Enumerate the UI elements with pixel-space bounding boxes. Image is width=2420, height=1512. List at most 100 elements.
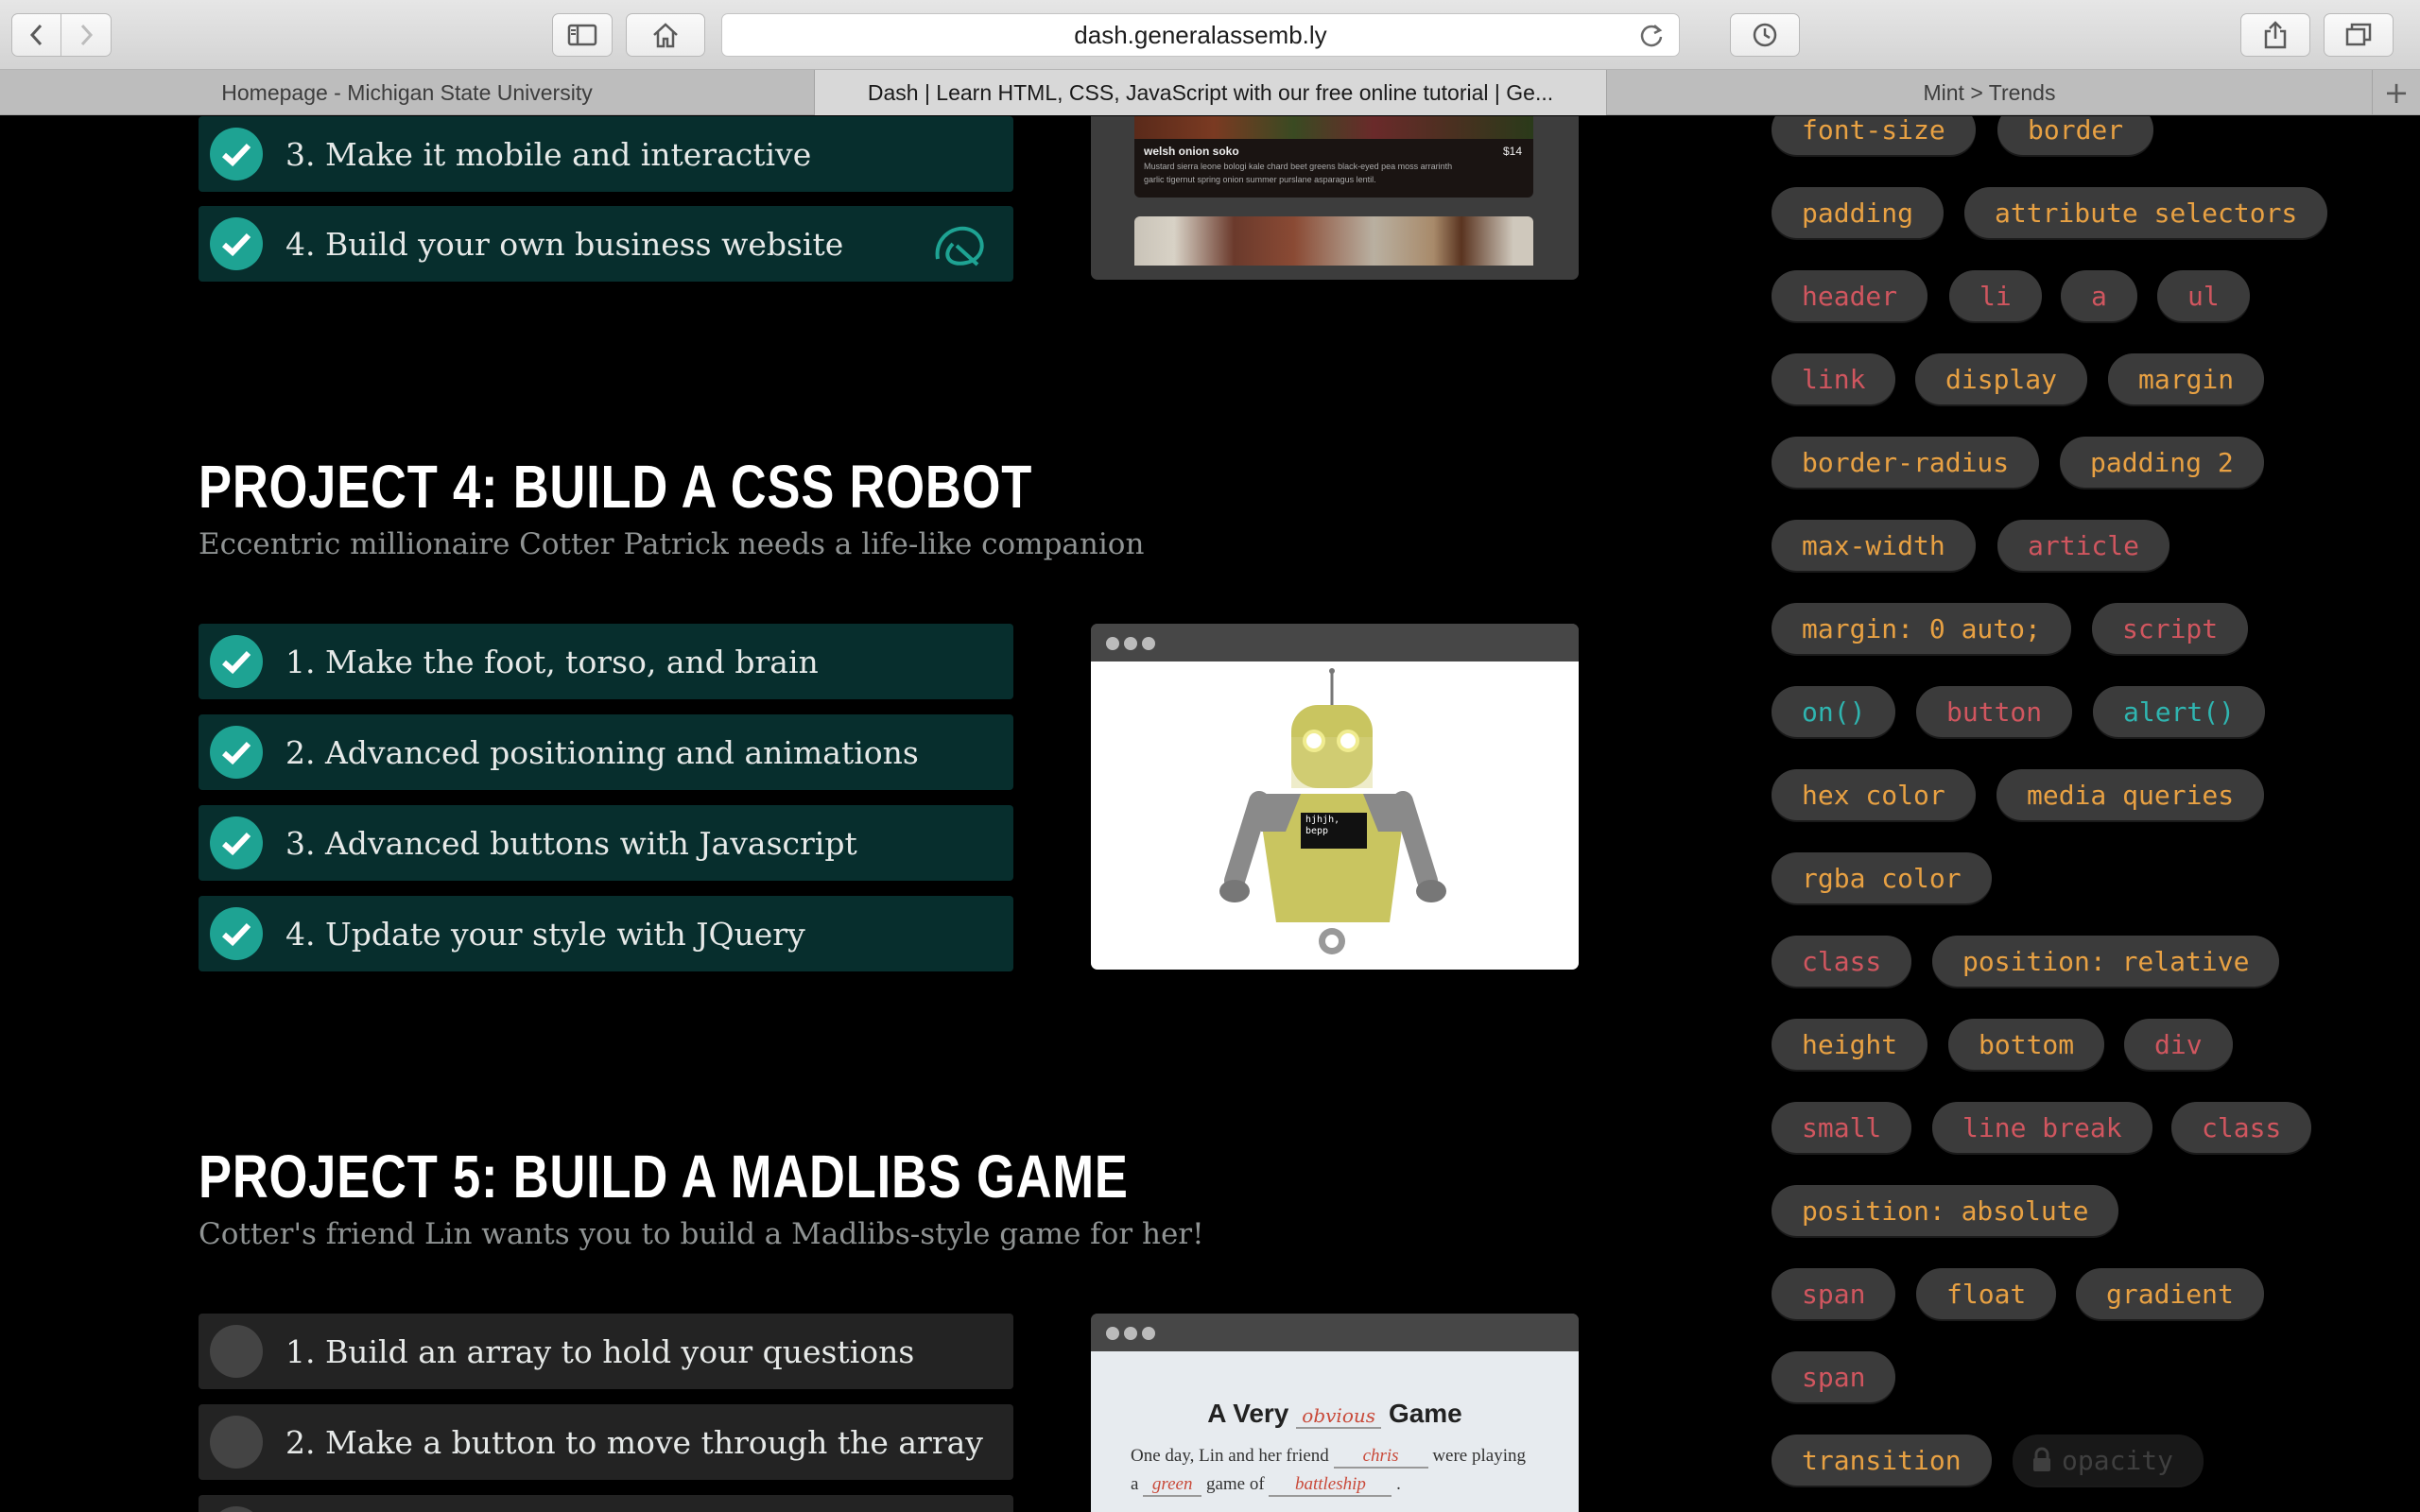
- concept-tag[interactable]: script: [2092, 603, 2249, 654]
- browser-toolbar: dash.generalassemb.ly: [0, 0, 2420, 70]
- madlibs-title-text: Game: [1388, 1399, 1462, 1428]
- concept-tag[interactable]: class: [2171, 1102, 2312, 1153]
- task-item[interactable]: 1. Make the foot, torso, and brain: [199, 624, 1013, 699]
- food-photo: [1134, 116, 1533, 139]
- tag-label: height: [1802, 1028, 1898, 1060]
- concept-tag[interactable]: margin: 0 auto;: [1772, 603, 2071, 654]
- concept-tag[interactable]: span: [1772, 1268, 1896, 1319]
- task-item[interactable]: 4. Update your style with JQuery: [199, 896, 1013, 971]
- new-tab-button[interactable]: +: [2373, 70, 2420, 114]
- madlibs-title-text: A Very: [1207, 1399, 1289, 1428]
- concept-tag[interactable]: button: [1916, 686, 2073, 737]
- task-item[interactable]: [199, 1495, 1013, 1512]
- home-button[interactable]: [626, 13, 705, 57]
- sidebar-icon: [567, 24, 597, 46]
- task-item[interactable]: 4. Build your own business website: [199, 206, 1013, 282]
- tag-label: transition: [1802, 1444, 1962, 1476]
- concept-tag[interactable]: float: [1916, 1268, 2057, 1319]
- madlibs-blank: chris: [1333, 1446, 1428, 1469]
- tag-label: attribute selectors: [1995, 197, 2298, 229]
- task-item[interactable]: 1. Build an array to hold your questions: [199, 1314, 1013, 1389]
- task-label: 3. Make it mobile and interactive: [285, 135, 812, 173]
- task-item[interactable]: 2. Make a button to move through the arr…: [199, 1404, 1013, 1480]
- robot-screen-text: bepp: [1305, 826, 1329, 836]
- concept-tag[interactable]: rgba color: [1772, 852, 1992, 903]
- concept-tag[interactable]: padding: [1772, 187, 1945, 238]
- concept-tag[interactable]: border-radius: [1772, 437, 2040, 488]
- tag-label: line break: [1962, 1111, 2122, 1143]
- task-label: 2. Make a button to move through the arr…: [285, 1423, 983, 1461]
- concept-tag[interactable]: small: [1772, 1102, 1912, 1153]
- window-titlebar: [1091, 1314, 1579, 1351]
- madlibs-text: game of: [1205, 1474, 1265, 1494]
- concept-tag[interactable]: transition: [1772, 1435, 1992, 1486]
- window-dot: [1106, 1327, 1119, 1340]
- concept-tag[interactable]: alert(): [2093, 686, 2266, 737]
- tab-msu[interactable]: Homepage - Michigan State University: [0, 70, 815, 115]
- concept-tag[interactable]: on(): [1772, 686, 1896, 737]
- concept-tag[interactable]: a: [2061, 270, 2137, 321]
- concept-tag[interactable]: border: [1997, 116, 2154, 155]
- concept-tag[interactable]: display: [1915, 353, 2088, 404]
- concept-tag[interactable]: font-size: [1772, 116, 1976, 155]
- robot-screen: hjhjh, bepp: [1305, 815, 1340, 837]
- checkmark-icon: [210, 128, 263, 180]
- tabs-overview-button[interactable]: [2324, 13, 2394, 57]
- history-button[interactable]: [1730, 13, 1800, 57]
- task-item[interactable]: 3. Make it mobile and interactive: [199, 116, 1013, 192]
- tab-dash[interactable]: Dash | Learn HTML, CSS, JavaScript with …: [815, 70, 1607, 115]
- tag-label: margin: [2138, 363, 2235, 395]
- madlibs-text: a: [1131, 1474, 1139, 1494]
- tag-label: max-width: [1802, 529, 1945, 561]
- tab-mint[interactable]: Mint > Trends: [1607, 70, 2373, 115]
- dish-name: welsh onion soko: [1144, 145, 1239, 158]
- tag-label: div: [2154, 1028, 2203, 1060]
- concept-tag[interactable]: attribute selectors: [1964, 187, 2328, 238]
- concept-tag[interactable]: link: [1772, 353, 1896, 404]
- concept-tag[interactable]: line break: [1932, 1102, 2152, 1153]
- tag-label: header: [1802, 280, 1898, 312]
- dish-price: $14: [1502, 145, 1522, 158]
- concept-tag[interactable]: class: [1772, 936, 1912, 987]
- tag-label: bottom: [1979, 1028, 2075, 1060]
- reload-icon[interactable]: [1637, 22, 1666, 50]
- project-title: PROJECT 5: BUILD A MADLIBS GAME: [199, 1143, 1129, 1211]
- tag-label: float: [1946, 1278, 2027, 1310]
- checkmark-icon: [210, 217, 263, 270]
- tag-label: margin: 0 auto;: [1802, 612, 2041, 644]
- menu-card: welsh onion soko $14 Mustard sierra leon…: [1134, 116, 1533, 198]
- concept-tag[interactable]: height: [1772, 1019, 1928, 1070]
- concept-tag[interactable]: div: [2124, 1019, 2233, 1070]
- madlibs-line: a green game of battleship .: [1131, 1474, 1401, 1497]
- back-button[interactable]: [11, 13, 61, 57]
- chevron-right-icon: [80, 24, 94, 46]
- concept-tag[interactable]: ul: [2157, 270, 2250, 321]
- url-bar[interactable]: dash.generalassemb.ly: [721, 13, 1680, 57]
- madlibs-canvas: A Very obvious Game One day, Lin and her…: [1091, 1351, 1579, 1512]
- concept-tag[interactable]: padding 2: [2060, 437, 2264, 488]
- forward-button[interactable]: [61, 13, 112, 57]
- project3-preview: welsh onion soko $14 Mustard sierra leon…: [1091, 116, 1579, 280]
- share-button[interactable]: [2240, 13, 2310, 57]
- sidebar-button[interactable]: [552, 13, 613, 57]
- tag-label: ul: [2187, 280, 2220, 312]
- concept-tag[interactable]: span: [1772, 1351, 1896, 1402]
- concept-tag[interactable]: bottom: [1948, 1019, 2105, 1070]
- concept-tag[interactable]: position: relative: [1932, 936, 2280, 987]
- tag-label: padding 2: [2090, 446, 2234, 478]
- dish-desc: garlic tigernut spring onion summer purs…: [1144, 175, 1376, 184]
- concept-tag[interactable]: header: [1772, 270, 1928, 321]
- tab-bar: Homepage - Michigan State University Das…: [0, 70, 2420, 115]
- concept-tag[interactable]: max-width: [1772, 520, 1976, 571]
- concept-tag[interactable]: gradient: [2076, 1268, 2264, 1319]
- task-item[interactable]: 3. Advanced buttons with Javascript: [199, 805, 1013, 881]
- concept-tag[interactable]: hex color: [1772, 769, 1976, 820]
- task-item[interactable]: 2. Advanced positioning and animations: [199, 714, 1013, 790]
- concept-tag[interactable]: position: absolute: [1772, 1185, 2119, 1236]
- tag-label: on(): [1802, 696, 1866, 728]
- concept-tag[interactable]: article: [1997, 520, 2170, 571]
- lock-icon: [2033, 1447, 2050, 1471]
- concept-tag[interactable]: li: [1949, 270, 2042, 321]
- concept-tag[interactable]: margin: [2108, 353, 2265, 404]
- concept-tag[interactable]: media queries: [1996, 769, 2265, 820]
